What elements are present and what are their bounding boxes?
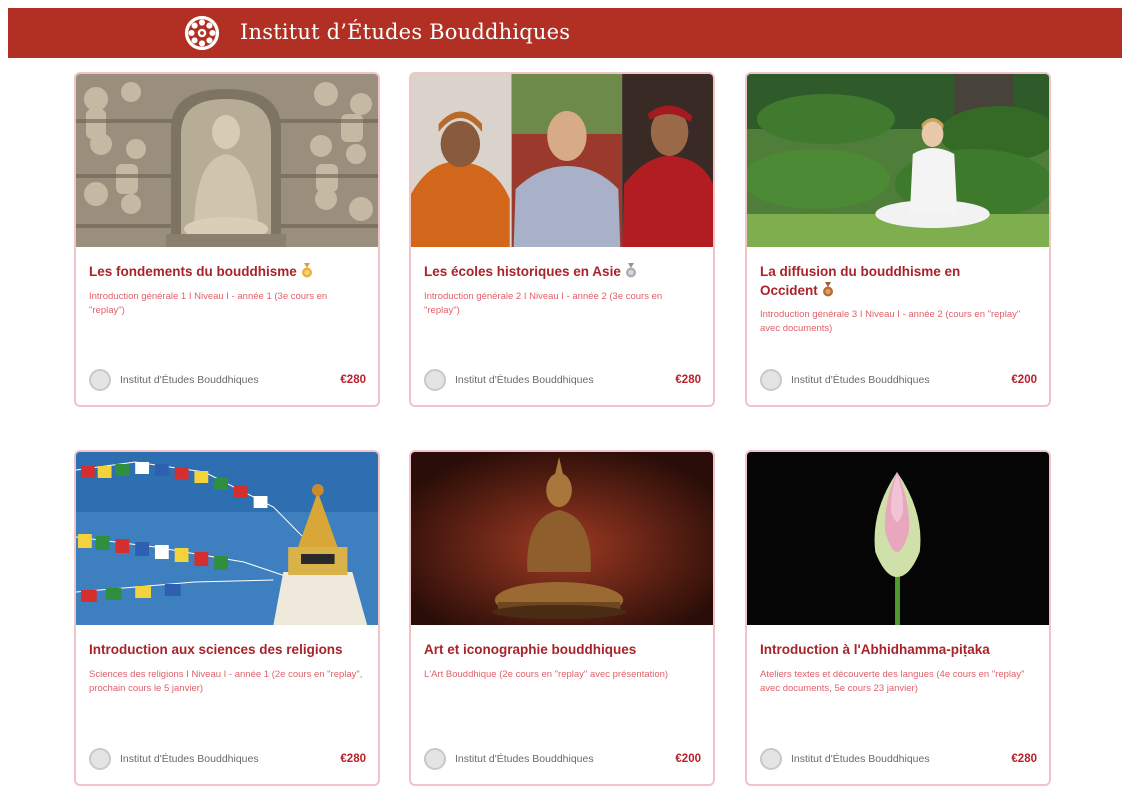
bronze-buddha-image: [411, 452, 713, 625]
stupa-prayer-flags-image: [76, 452, 378, 625]
course-thumbnail[interactable]: [411, 452, 713, 625]
course-card[interactable]: Introduction à l'Abhidhamma-piṭaka Ateli…: [745, 450, 1051, 786]
course-card[interactable]: Les fondements du bouddhisme Introductio…: [74, 72, 380, 407]
course-footer: Institut d'Études Bouddhiques €200: [760, 368, 1037, 392]
author-name: Institut d'Études Bouddhiques: [791, 753, 930, 765]
silver-medal-icon: [625, 263, 636, 278]
author-avatar: [89, 369, 111, 391]
site-title[interactable]: Institut d’Études Bouddhiques: [240, 20, 570, 44]
three-monks-image: [411, 74, 713, 247]
site-header: Institut d’Études Bouddhiques: [8, 8, 1122, 58]
dharma-wheel-logo-icon[interactable]: [183, 14, 221, 52]
course-thumbnail[interactable]: [76, 452, 378, 625]
course-price: €280: [675, 374, 701, 386]
author-avatar: [760, 369, 782, 391]
course-title[interactable]: La diffusion du bouddhisme en Occident: [760, 262, 1037, 300]
course-description: Introduction générale 3 I Niveau I - ann…: [760, 309, 1021, 334]
course-price: €280: [340, 374, 366, 386]
course-footer: Institut d'Études Bouddhiques €280: [89, 747, 366, 771]
course-footer: Institut d'Études Bouddhiques €280: [424, 368, 701, 392]
course-price: €280: [340, 753, 366, 765]
bronze-medal-icon: [822, 282, 833, 297]
course-description: Introduction générale 1 I Niveau I - ann…: [89, 291, 328, 316]
course-footer: Institut d'Études Bouddhiques €280: [89, 368, 366, 392]
course-thumbnail[interactable]: [411, 74, 713, 247]
course-price: €200: [1011, 374, 1037, 386]
course-description: Introduction générale 2 I Niveau I - ann…: [424, 291, 663, 316]
lotus-bud-image: [747, 452, 1049, 625]
course-price: €200: [675, 753, 701, 765]
author-name: Institut d'Études Bouddhiques: [120, 753, 259, 765]
course-title[interactable]: Art et iconographie bouddhiques: [424, 640, 701, 659]
course-title[interactable]: Introduction aux sciences des religions: [89, 640, 366, 659]
author-avatar: [424, 369, 446, 391]
course-thumbnail[interactable]: [747, 452, 1049, 625]
course-title[interactable]: Les écoles historiques en Asie: [424, 262, 701, 281]
course-card[interactable]: La diffusion du bouddhisme en Occident I…: [745, 72, 1051, 407]
author-name: Institut d'Études Bouddhiques: [455, 374, 594, 386]
author-name: Institut d'Études Bouddhiques: [455, 753, 594, 765]
course-footer: Institut d'Études Bouddhiques €280: [760, 747, 1037, 771]
course-footer: Institut d'Études Bouddhiques €200: [424, 747, 701, 771]
author-avatar: [760, 748, 782, 770]
course-price: €280: [1011, 753, 1037, 765]
course-card[interactable]: Introduction aux sciences des religions …: [74, 450, 380, 786]
course-description: Sciences des religions I Niveau I - anné…: [89, 669, 363, 694]
course-thumbnail[interactable]: [76, 74, 378, 247]
buddha-relief-image: [76, 74, 378, 247]
course-description: Ateliers textes et découverte des langue…: [760, 669, 1025, 694]
course-description: L'Art Bouddhique (2e cours en "replay" a…: [424, 669, 669, 680]
course-card[interactable]: Art et iconographie bouddhiques L'Art Bo…: [409, 450, 715, 786]
gold-medal-icon: [301, 263, 312, 278]
course-title[interactable]: Introduction à l'Abhidhamma-piṭaka: [760, 640, 1037, 659]
author-avatar: [89, 748, 111, 770]
course-thumbnail[interactable]: [747, 74, 1049, 247]
author-name: Institut d'Études Bouddhiques: [791, 374, 930, 386]
meditation-garden-image: [747, 74, 1049, 247]
course-card[interactable]: Les écoles historiques en Asie Introduct…: [409, 72, 715, 407]
author-avatar: [424, 748, 446, 770]
author-name: Institut d'Études Bouddhiques: [120, 374, 259, 386]
course-title[interactable]: Les fondements du bouddhisme: [89, 262, 366, 281]
